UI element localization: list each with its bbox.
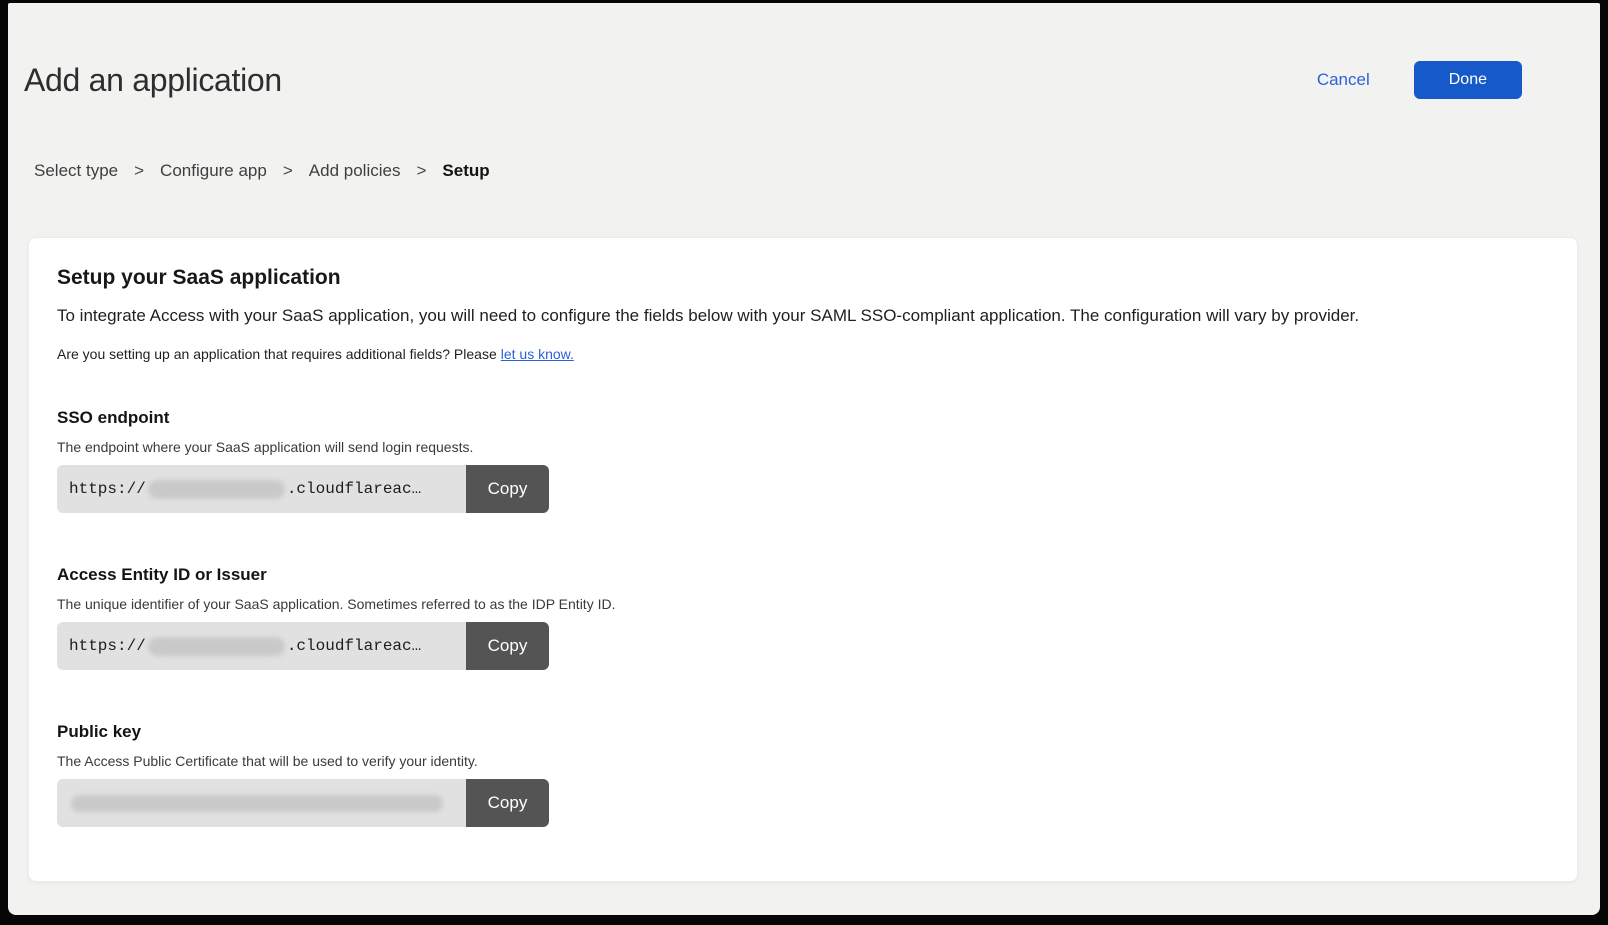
access-entity-id-value[interactable]: https:// .cloudflareac…: [57, 622, 466, 670]
redacted-value: [148, 637, 285, 656]
page-header: Add an application Cancel Done: [8, 3, 1600, 99]
redacted-value: [71, 795, 443, 812]
page-title: Add an application: [24, 62, 282, 99]
field-section-sso-endpoint: SSO endpoint The endpoint where your Saa…: [57, 408, 1549, 513]
done-button[interactable]: Done: [1414, 61, 1522, 99]
sso-endpoint-label: SSO endpoint: [57, 408, 1549, 428]
breadcrumb-step-configure-app[interactable]: Configure app: [160, 161, 267, 181]
value-suffix: .cloudflareac…: [287, 637, 421, 655]
public-key-label: Public key: [57, 722, 1549, 742]
public-key-copy-button[interactable]: Copy: [466, 779, 549, 827]
access-entity-id-copy-button[interactable]: Copy: [466, 622, 549, 670]
breadcrumb-separator: >: [134, 161, 144, 181]
sso-endpoint-value[interactable]: https:// .cloudflareac…: [57, 465, 466, 513]
access-entity-id-description: The unique identifier of your SaaS appli…: [57, 596, 1549, 612]
redacted-value: [148, 480, 285, 499]
sso-endpoint-value-row: https:// .cloudflareac… Copy: [57, 465, 549, 513]
let-us-know-link[interactable]: let us know.: [501, 346, 574, 362]
breadcrumb-step-add-policies[interactable]: Add policies: [309, 161, 401, 181]
header-actions: Cancel Done: [1317, 61, 1522, 99]
setup-card: Setup your SaaS application To integrate…: [28, 237, 1578, 882]
access-entity-id-label: Access Entity ID or Issuer: [57, 565, 1549, 585]
value-prefix: https://: [69, 480, 146, 498]
public-key-value[interactable]: [57, 779, 466, 827]
cancel-button[interactable]: Cancel: [1317, 70, 1370, 90]
card-intro: To integrate Access with your SaaS appli…: [57, 306, 1549, 326]
card-note: Are you setting up an application that r…: [57, 346, 1549, 362]
page: Add an application Cancel Done Select ty…: [8, 3, 1600, 915]
public-key-value-row: Copy: [57, 779, 549, 827]
value-suffix: .cloudflareac…: [287, 480, 421, 498]
breadcrumb-separator: >: [283, 161, 293, 181]
value-prefix: https://: [69, 637, 146, 655]
sso-endpoint-copy-button[interactable]: Copy: [466, 465, 549, 513]
breadcrumb-step-select-type[interactable]: Select type: [34, 161, 118, 181]
sso-endpoint-description: The endpoint where your SaaS application…: [57, 439, 1549, 455]
breadcrumb: Select type > Configure app > Add polici…: [34, 161, 1600, 181]
card-title: Setup your SaaS application: [57, 266, 1549, 290]
public-key-description: The Access Public Certificate that will …: [57, 753, 1549, 769]
field-section-public-key: Public key The Access Public Certificate…: [57, 722, 1549, 827]
field-section-access-entity-id: Access Entity ID or Issuer The unique id…: [57, 565, 1549, 670]
breadcrumb-separator: >: [416, 161, 426, 181]
note-text: Are you setting up an application that r…: [57, 346, 497, 362]
access-entity-id-value-row: https:// .cloudflareac… Copy: [57, 622, 549, 670]
breadcrumb-step-setup: Setup: [442, 161, 489, 181]
